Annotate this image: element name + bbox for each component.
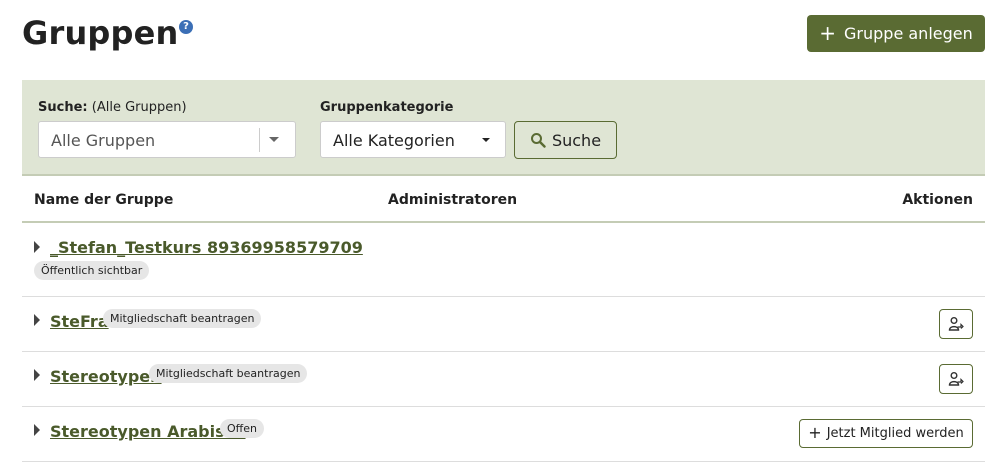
table-row: Stereotypen Arabisch Offen + Jetzt Mitgl…	[22, 407, 985, 462]
group-link[interactable]: _Stefan_Testkurs 89369958579709	[50, 238, 363, 257]
search-panel: Suche: (Alle Gruppen) Alle Gruppen Grupp…	[22, 80, 985, 176]
expand-caret-icon[interactable]	[34, 424, 40, 436]
request-membership-icon	[948, 317, 964, 331]
search-label-bold: Suche:	[38, 100, 88, 115]
create-group-label: Gruppe anlegen	[844, 24, 973, 43]
table-row: SteFra Mitgliedschaft beantragen	[22, 297, 985, 352]
plus-icon: +	[819, 20, 837, 45]
help-icon[interactable]: ?	[179, 20, 193, 34]
request-membership-icon	[948, 372, 964, 386]
join-group-button[interactable]: + Jetzt Mitglied werden	[799, 419, 973, 448]
status-badge: Öffentlich sichtbar	[34, 261, 150, 280]
status-badge: Mitgliedschaft beantragen	[103, 309, 262, 328]
category-select[interactable]: Alle Kategorien	[320, 121, 506, 158]
expand-caret-icon[interactable]	[34, 241, 40, 253]
search-label-hint: (Alle Gruppen)	[91, 100, 187, 115]
search-combobox-value: Alle Gruppen	[51, 131, 156, 150]
status-badge: Mitgliedschaft beantragen	[149, 364, 308, 383]
chevron-down-icon[interactable]	[269, 137, 279, 142]
page-title: Gruppen	[22, 14, 179, 52]
category-label: Gruppenkategorie	[320, 100, 454, 115]
category-select-value: Alle Kategorien	[333, 131, 455, 150]
request-membership-button[interactable]	[939, 309, 973, 339]
search-button-label: Suche	[551, 130, 602, 150]
page-header: Gruppen ? + Gruppe anlegen	[0, 0, 995, 80]
column-header-name: Name der Gruppe	[34, 192, 174, 208]
plus-icon: +	[808, 423, 822, 442]
group-link[interactable]: Stereotypen Arabisch	[50, 422, 246, 441]
search-label: Suche: (Alle Gruppen)	[38, 100, 187, 115]
group-link[interactable]: SteFra	[50, 312, 109, 331]
table-row: Stereotypen Mitgliedschaft beantragen	[22, 352, 985, 407]
search-button[interactable]: Suche	[514, 121, 617, 159]
search-icon	[530, 133, 546, 148]
expand-caret-icon[interactable]	[34, 314, 40, 326]
caret-down-icon	[482, 138, 490, 142]
create-group-button[interactable]: + Gruppe anlegen	[807, 15, 985, 52]
table-header: Name der Gruppe Administratoren Aktionen	[22, 176, 985, 223]
table-row: _Stefan_Testkurs 89369958579709 Öffentli…	[22, 223, 985, 297]
status-badge: Offen	[220, 419, 264, 438]
column-header-actions: Aktionen	[902, 192, 973, 208]
column-header-admins: Administratoren	[388, 192, 518, 208]
combobox-divider	[259, 128, 260, 152]
search-combobox[interactable]: Alle Gruppen	[38, 121, 296, 158]
expand-caret-icon[interactable]	[34, 369, 40, 381]
group-link[interactable]: Stereotypen	[50, 367, 162, 386]
request-membership-button[interactable]	[939, 364, 973, 394]
join-group-label: Jetzt Mitglied werden	[826, 426, 964, 441]
